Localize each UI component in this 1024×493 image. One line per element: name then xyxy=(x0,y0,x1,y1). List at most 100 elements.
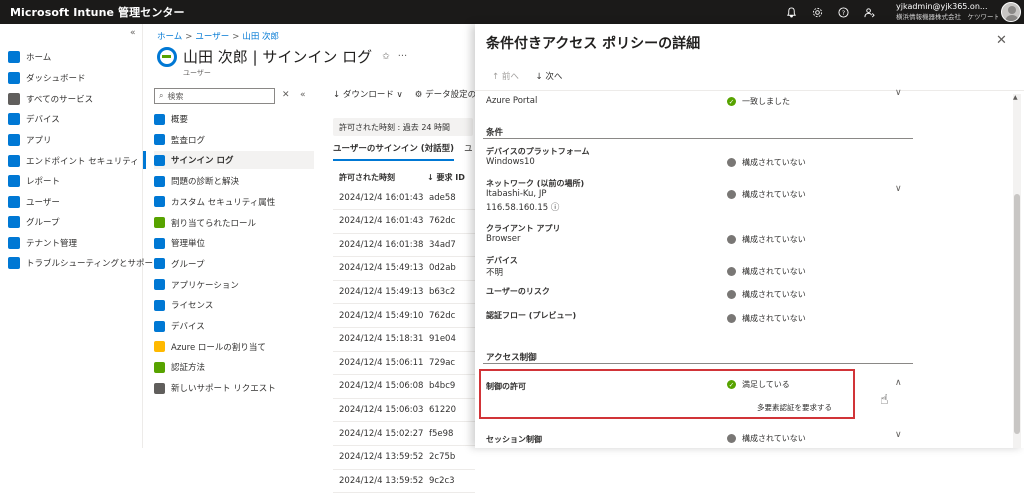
divider xyxy=(475,90,1024,91)
session-status-label: 構成されていない xyxy=(742,434,806,443)
row-time: 2024/12/4 15:49:10 xyxy=(339,310,424,321)
breadcrumb-users[interactable]: ユーザー xyxy=(195,32,229,42)
row-time: 2024/12/4 16:01:43 xyxy=(339,216,424,227)
blade-menu-item[interactable]: Azure ロールの割り当て xyxy=(154,338,314,356)
breadcrumb-user[interactable]: 山田 次郎 xyxy=(242,32,279,42)
time-filter-pill[interactable]: 許可された時刻 : 過去 24 時間 xyxy=(333,118,473,136)
apps-icon xyxy=(8,134,20,146)
blade-menu-item[interactable]: 監査ログ xyxy=(154,131,314,149)
nav-item[interactable]: トラブルシューティングとサポート xyxy=(8,254,162,272)
table-row[interactable]: 2024/12/4 15:49:13 0d2ab xyxy=(333,257,475,281)
breadcrumb-home[interactable]: ホーム xyxy=(157,32,182,42)
download-button[interactable]: ↓ ダウンロード ∨ xyxy=(333,88,403,100)
table-row[interactable]: 2024/12/4 15:49:10 762dc xyxy=(333,304,475,328)
menu-item-label: 問題の診断と解決 xyxy=(171,177,240,188)
page-subtitle: ユーザー xyxy=(183,69,211,77)
search-input[interactable]: ⌕ 検索 xyxy=(154,88,275,104)
blade-header: 山田 次郎 | サインイン ログ ✩ ··· xyxy=(157,46,407,67)
table-row[interactable]: 2024/12/4 16:01:43 ade58 xyxy=(333,186,475,210)
chevron-up-icon[interactable]: ∧ xyxy=(895,378,902,388)
table-row[interactable]: 2024/12/4 16:01:43 762dc xyxy=(333,210,475,234)
table-row[interactable]: 2024/12/4 15:02:27 f5e98 xyxy=(333,422,475,446)
blade-menu-item[interactable]: カスタム セキュリティ属性 xyxy=(154,193,314,211)
bell-icon[interactable] xyxy=(783,4,799,20)
access-control-header: アクセス制御 xyxy=(486,353,537,363)
pin-icon[interactable]: ✩ xyxy=(382,52,390,62)
blade-menu-item[interactable]: 認証方法 xyxy=(154,358,314,376)
not-configured-dot xyxy=(727,190,736,199)
table-row[interactable]: 2024/12/4 15:06:11 729ac xyxy=(333,351,475,376)
help-icon[interactable]: ? xyxy=(835,4,851,20)
blade-menu-item[interactable]: サインイン ログ xyxy=(143,151,314,170)
clear-search-icon[interactable]: ✕ xyxy=(282,90,290,100)
blade-menu-item[interactable]: 新しいサポート リクエスト xyxy=(154,379,314,397)
nav-item[interactable]: デバイス xyxy=(8,110,60,128)
chevron-down-icon[interactable]: ∨ xyxy=(895,184,902,194)
nav-item[interactable]: テナント管理 xyxy=(8,234,77,252)
nav-item[interactable]: ダッシュボード xyxy=(8,69,86,87)
blade-menu-item[interactable]: 概要 xyxy=(154,110,314,128)
blade-menu-item[interactable]: 問題の診断と解決 xyxy=(154,172,314,190)
tab-interactive[interactable]: ユーザーのサインイン (対話型) xyxy=(333,142,455,161)
blade-menu-item[interactable]: 割り当てられたロール xyxy=(154,214,314,232)
app-title[interactable]: Microsoft Intune 管理センター xyxy=(0,4,185,20)
conditions-header: 条件 xyxy=(486,128,504,138)
table-row[interactable]: 2024/12/4 13:59:52 2c75b xyxy=(333,446,475,470)
menu-item-label: 概要 xyxy=(171,115,189,125)
nav-item-label: レポート xyxy=(26,177,61,187)
row-time: 2024/12/4 15:18:31 xyxy=(339,334,424,345)
condition-status: 構成されていない xyxy=(727,189,806,200)
signin-tabs: ユーザーのサインイン (対話型) ユ xyxy=(333,142,473,161)
prev-button[interactable]: ↑ 前へ xyxy=(492,72,519,82)
collapse-nav-button[interactable]: « xyxy=(130,28,136,38)
condition-label: クライアント アプリ xyxy=(486,224,561,233)
more-icon[interactable]: ··· xyxy=(398,51,408,62)
close-icon[interactable]: ✕ xyxy=(996,33,1007,48)
account-info[interactable]: yjkadmin@yjk365.on... 横浜情報機器株式会社 ケツワート..… xyxy=(896,2,998,22)
table-row[interactable]: 2024/12/4 15:49:13 b63c2 xyxy=(333,280,475,305)
sign-in-log-icon xyxy=(157,46,177,67)
collapse-menu-button[interactable]: « xyxy=(300,90,306,100)
nav-item[interactable]: すべてのサービス xyxy=(8,90,93,108)
condition-status: 構成されていない xyxy=(727,266,806,277)
menu-item-label: 監査ログ xyxy=(171,135,206,146)
table-row[interactable]: 2024/12/4 13:59:52 9c2c3 xyxy=(333,469,475,493)
blade-menu-item[interactable]: 管理単位 xyxy=(154,234,314,252)
table-row[interactable]: 2024/12/4 15:18:31 91e04 xyxy=(333,328,475,352)
blade-menu-item[interactable]: グループ xyxy=(154,255,314,273)
blade-menu-item[interactable]: デバイス xyxy=(154,317,314,335)
table-row[interactable]: 2024/12/4 15:06:08 b4bc9 xyxy=(333,375,475,399)
scroll-up-icon[interactable]: ▲ xyxy=(1013,94,1018,101)
gear-icon[interactable] xyxy=(809,4,825,20)
table-row[interactable]: 2024/12/4 15:06:03 61220 xyxy=(333,398,475,423)
blade-menu-item[interactable]: ライセンス xyxy=(154,296,314,314)
row-request-id: 61220 xyxy=(429,404,457,415)
nav-item-label: テナント管理 xyxy=(26,239,78,249)
nav-item[interactable]: ホーム xyxy=(8,48,51,66)
col-time[interactable]: 許可された時刻 xyxy=(339,173,395,182)
condition-label: デバイス xyxy=(486,256,518,265)
scroll-thumb[interactable] xyxy=(1014,194,1020,434)
avatar[interactable] xyxy=(1001,2,1021,22)
nav-item-label: トラブルシューティングとサポート xyxy=(26,259,162,269)
chevron-down-icon[interactable]: ∨ xyxy=(895,88,902,98)
nav-item[interactable]: レポート xyxy=(8,172,60,190)
highlight-box xyxy=(479,369,855,419)
chevron-down-icon[interactable]: ∨ xyxy=(895,430,902,440)
next-button[interactable]: ↓ 次へ xyxy=(536,72,563,82)
condition-status-label: 構成されていない xyxy=(742,267,806,276)
col-request-id[interactable]: ↓ 要求 ID xyxy=(427,172,467,183)
tenant-icon xyxy=(8,237,20,249)
blade-menu-item[interactable]: アプリケーション xyxy=(154,276,314,294)
feedback-icon[interactable] xyxy=(861,4,877,20)
nav-item[interactable]: グループ xyxy=(8,213,60,231)
condition-label: デバイスのプラットフォーム xyxy=(486,147,590,156)
row-request-id: 729ac xyxy=(429,357,456,368)
nav-item[interactable]: ユーザー xyxy=(8,193,60,211)
table-row[interactable]: 2024/12/4 16:01:38 34ad7 xyxy=(333,233,475,258)
row-request-id: f5e98 xyxy=(429,428,454,439)
tab-non-interactive[interactable]: ユ xyxy=(464,142,473,154)
nav-item[interactable]: アプリ xyxy=(8,131,52,149)
nav-item[interactable]: エンドポイント セキュリティ xyxy=(8,152,139,170)
panel-scrollbar[interactable]: ▲ xyxy=(1013,94,1021,448)
